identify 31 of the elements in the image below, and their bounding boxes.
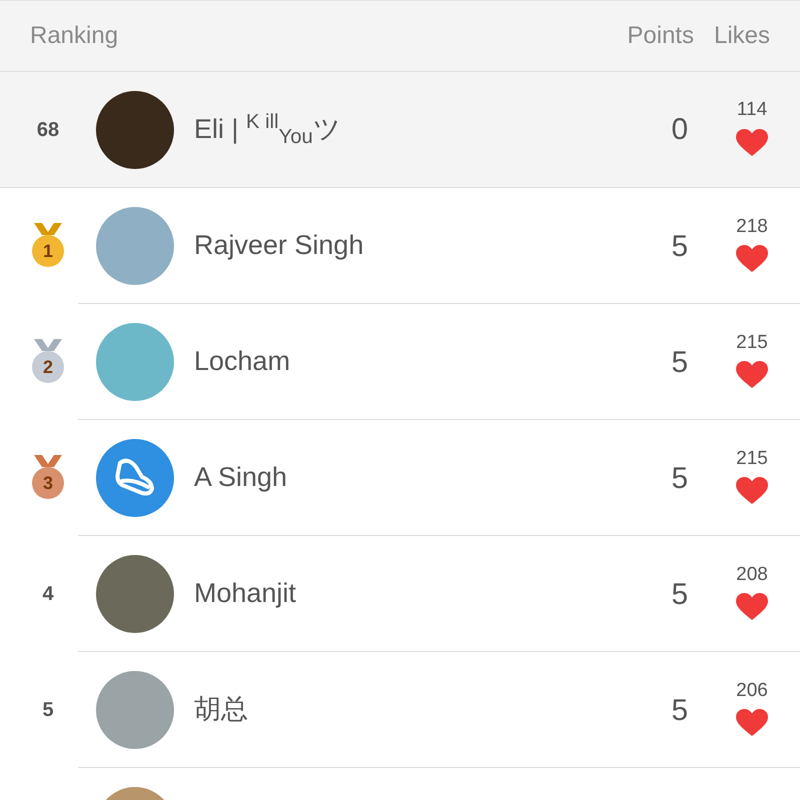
player-name: A Singh <box>194 463 288 493</box>
points-value: 5 <box>671 460 688 496</box>
points-value: 5 <box>671 692 688 728</box>
likes-count: 215 <box>736 446 768 471</box>
likes-count: 218 <box>736 214 768 239</box>
likes-count: 215 <box>736 330 768 355</box>
rank-number: 68 <box>36 118 60 142</box>
heart-icon[interactable] <box>736 245 768 274</box>
likes-count: 206 <box>736 678 768 703</box>
player-name: Locham <box>194 347 292 377</box>
heart-icon[interactable] <box>736 593 768 622</box>
heart-icon[interactable] <box>736 128 768 157</box>
ranking-header: Ranking <box>30 21 120 51</box>
rank-number: 4 <box>42 582 54 607</box>
likes-count: 114 <box>736 98 768 122</box>
points-value: 5 <box>671 344 688 380</box>
leaderboard-row[interactable]: 68 Eli | $^{K ill}$$_{You}$ツ 0 114 <box>0 72 800 188</box>
rank-number: 5 <box>42 698 54 723</box>
player-name: Eli | $^{K ill}$$_{You}$ツ <box>194 114 342 144</box>
points-value: 5 <box>671 576 688 612</box>
heart-icon[interactable] <box>736 477 768 506</box>
likes-count: 208 <box>736 562 768 587</box>
heart-icon[interactable] <box>736 361 768 390</box>
player-name: Rajveer Singh <box>194 231 365 261</box>
likes-header: Likes <box>714 21 770 51</box>
player-name: 胡总 <box>194 695 249 725</box>
points-value: 0 <box>671 112 688 148</box>
points-header: Points <box>627 21 694 51</box>
player-name: Mohanjit <box>194 579 298 609</box>
heart-icon[interactable] <box>736 709 768 738</box>
points-value: 5 <box>671 228 688 264</box>
